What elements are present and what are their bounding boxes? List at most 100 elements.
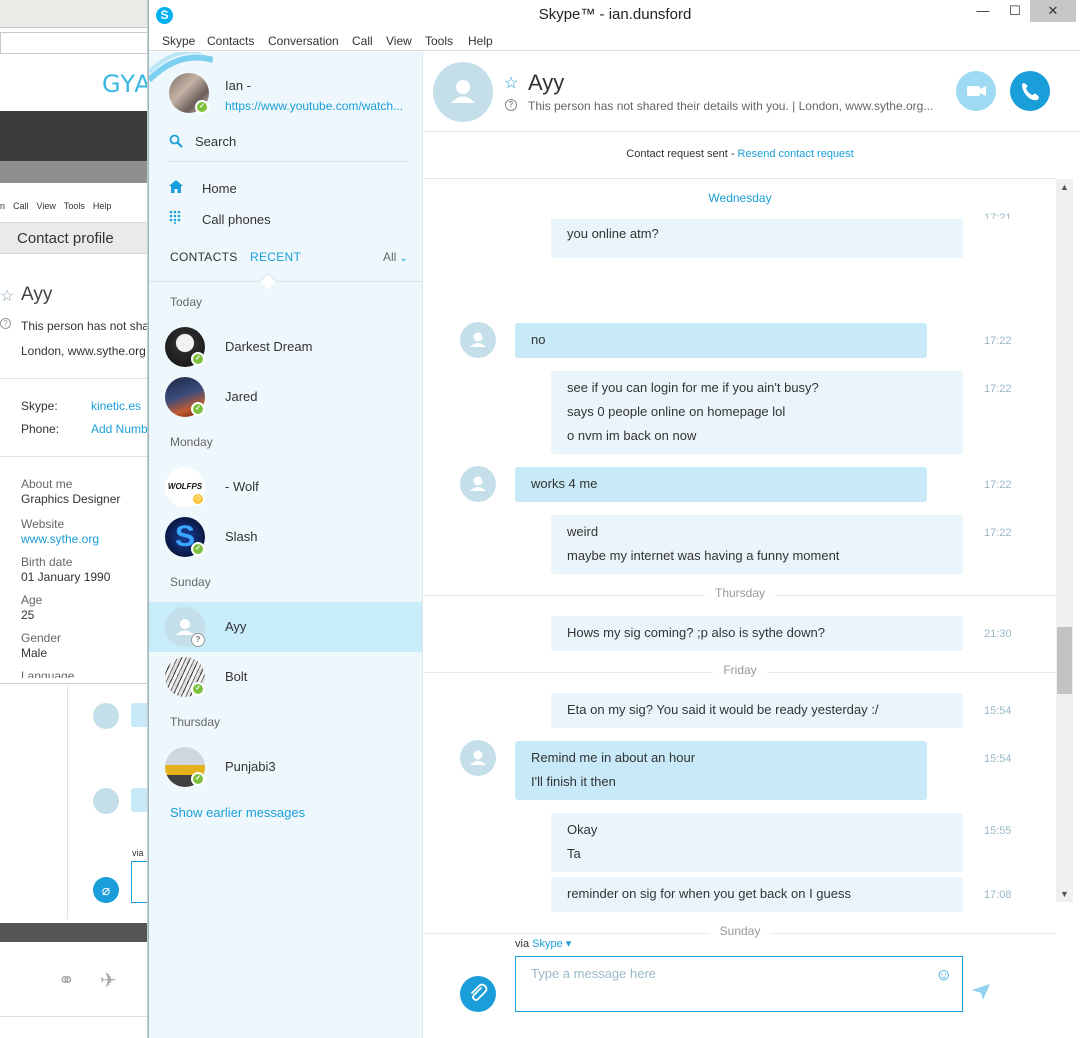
menu-skype[interactable]: Skype bbox=[162, 34, 195, 48]
user-placeholder-icon[interactable] bbox=[460, 322, 496, 358]
filter-dropdown[interactable]: All ⌄ bbox=[383, 250, 408, 264]
contact-name: Bolt bbox=[225, 669, 248, 684]
profile-location: London, www.sythe.org bbox=[21, 344, 146, 358]
message-bubble-incoming[interactable]: no bbox=[515, 323, 927, 358]
link-icon[interactable]: ⚭ bbox=[58, 968, 75, 993]
about-label: About me bbox=[21, 477, 73, 491]
tab-recent[interactable]: RECENT bbox=[250, 250, 301, 264]
chevron-down-icon[interactable]: ▾ bbox=[563, 938, 572, 950]
via-service[interactable]: Skype bbox=[532, 938, 563, 950]
maximize-button[interactable]: ☐ bbox=[999, 0, 1031, 22]
user-placeholder-icon[interactable] bbox=[460, 740, 496, 776]
menu-conversation[interactable]: Conversation bbox=[268, 34, 339, 48]
message-input[interactable] bbox=[131, 861, 147, 903]
background-skype-menu: n Call View Tools Help bbox=[0, 201, 147, 219]
menu-contacts[interactable]: Contacts bbox=[207, 34, 254, 48]
day-separator: Thursday bbox=[424, 586, 1056, 606]
contact-row-bolt[interactable]: ✓ Bolt bbox=[149, 652, 422, 702]
message-time: 15:55 bbox=[984, 825, 1012, 837]
message-text: Hows my sig coming? ;p also is sythe dow… bbox=[567, 625, 825, 640]
paperclip-icon[interactable] bbox=[460, 976, 496, 1012]
home-icon bbox=[169, 180, 189, 196]
phone-label: Phone: bbox=[21, 422, 60, 436]
emoticon-icon[interactable]: ☺ bbox=[935, 965, 952, 985]
user-placeholder-icon[interactable] bbox=[460, 466, 496, 502]
paperclip-icon[interactable]: ⌀ bbox=[93, 877, 119, 903]
contact-row-ayy[interactable]: ? Ayy bbox=[149, 602, 422, 652]
contact-row-wolf[interactable]: WOLFPS ◷ - Wolf bbox=[149, 462, 422, 512]
divider bbox=[67, 683, 68, 919]
message-text: I'll finish it then bbox=[531, 774, 616, 789]
search-label: Search bbox=[195, 134, 237, 149]
background-menu-call[interactable]: Call bbox=[13, 201, 29, 211]
menu-help[interactable]: Help bbox=[468, 34, 493, 48]
phone-icon bbox=[1022, 83, 1039, 101]
message-bubble-outgoing[interactable]: see if you can login for me if you ain't… bbox=[551, 371, 963, 454]
contact-row-punjabi3[interactable]: ✓ Punjabi3 bbox=[149, 742, 422, 792]
nav-home[interactable]: Home bbox=[169, 180, 237, 196]
star-icon[interactable]: ☆ bbox=[504, 73, 518, 93]
skype-name-link[interactable]: kinetic.es bbox=[91, 399, 141, 413]
add-number-link[interactable]: Add Numb bbox=[91, 422, 147, 436]
message-input[interactable]: Type a message here ☺ bbox=[515, 956, 963, 1012]
chevron-down-icon[interactable]: ▼ bbox=[1056, 886, 1073, 902]
minimize-button[interactable]: — bbox=[967, 0, 999, 22]
scrollbar-thumb[interactable] bbox=[1057, 627, 1072, 694]
contact-row-jared[interactable]: ✓ Jared bbox=[149, 372, 422, 422]
title-bar[interactable]: S Skype™ - ian.dunsford — ☐ ✕ bbox=[149, 0, 1080, 31]
via-selector[interactable]: via Skype ▾ bbox=[515, 937, 571, 950]
menu-call[interactable]: Call bbox=[352, 34, 373, 48]
online-status-icon: ✓ bbox=[191, 772, 205, 786]
contact-name: Jared bbox=[225, 389, 258, 404]
message-history[interactable]: Wednesday run servers just went down on … bbox=[424, 179, 1056, 952]
online-status-icon: ✓ bbox=[191, 542, 205, 556]
birth-date-value: 01 January 1990 bbox=[21, 570, 111, 584]
twitter-icon[interactable]: ✈ bbox=[100, 968, 117, 993]
away-status-icon: ◷ bbox=[191, 492, 205, 506]
background-site-subheader bbox=[0, 161, 147, 183]
message-bubble-outgoing[interactable]: Eta on my sig? You said it would be read… bbox=[551, 693, 963, 728]
message-bubble-incoming[interactable]: works 4 me bbox=[515, 467, 927, 502]
online-status-icon: ✓ bbox=[191, 352, 205, 366]
message-bubble bbox=[131, 703, 147, 727]
video-call-button[interactable] bbox=[956, 71, 996, 111]
user-placeholder-icon[interactable] bbox=[433, 62, 493, 122]
message-bubble-outgoing[interactable]: reminder on sig for when you get back on… bbox=[551, 877, 963, 912]
message-text: works 4 me bbox=[531, 476, 598, 491]
call-button[interactable] bbox=[1010, 71, 1050, 111]
message-bubble-outgoing[interactable]: Okay Ta bbox=[551, 813, 963, 872]
contact-row-slash[interactable]: S ✓ Slash bbox=[149, 512, 422, 562]
close-button[interactable]: ✕ bbox=[1030, 0, 1076, 22]
message-bubble-outgoing[interactable]: Hows my sig coming? ;p also is sythe dow… bbox=[551, 616, 963, 651]
my-name[interactable]: Ian - bbox=[225, 78, 251, 93]
contact-tabs: CONTACTS RECENT All ⌄ bbox=[149, 242, 423, 290]
section-today: Today bbox=[170, 295, 203, 309]
message-text: no bbox=[531, 332, 546, 347]
send-icon[interactable] bbox=[972, 984, 990, 1004]
show-earlier-messages-link[interactable]: Show earlier messages bbox=[170, 805, 305, 820]
website-label: Website bbox=[21, 517, 65, 531]
background-menu-view[interactable]: View bbox=[37, 201, 56, 211]
background-menu-help[interactable]: Help bbox=[93, 201, 112, 211]
background-menu-tools[interactable]: Tools bbox=[64, 201, 85, 211]
menu-view[interactable]: View bbox=[386, 34, 412, 48]
message-text: see if you can login for me if you ain't… bbox=[567, 380, 819, 395]
section-sunday: Sunday bbox=[170, 575, 211, 589]
menu-bar: Skype Contacts Conversation Call View To… bbox=[149, 31, 1080, 51]
my-mood-message[interactable]: https://www.youtube.com/watch... bbox=[225, 99, 410, 113]
background-address-bar[interactable] bbox=[0, 32, 147, 54]
gender-value: Male bbox=[21, 646, 48, 660]
message-bubble-incoming[interactable]: Remind me in about an hour I'll finish i… bbox=[515, 741, 927, 800]
nav-call-phones[interactable]: Call phones bbox=[169, 210, 271, 227]
star-icon[interactable]: ☆ bbox=[0, 286, 14, 306]
tab-contacts[interactable]: CONTACTS bbox=[170, 250, 238, 264]
message-time: 17:22 bbox=[984, 383, 1012, 395]
website-link[interactable]: www.sythe.org bbox=[21, 532, 99, 546]
message-bubble-outgoing[interactable]: weird maybe my internet was having a fun… bbox=[551, 515, 963, 574]
search-field[interactable]: Search bbox=[169, 132, 409, 162]
menu-tools[interactable]: Tools bbox=[425, 34, 453, 48]
contact-row-darkest-dream[interactable]: ✓ Darkest Dream bbox=[149, 322, 422, 372]
resend-contact-request-link[interactable]: Resend contact request bbox=[738, 148, 854, 160]
message-scrollbar[interactable]: ▲ ▼ bbox=[1056, 179, 1073, 902]
chevron-up-icon[interactable]: ▲ bbox=[1056, 179, 1073, 195]
